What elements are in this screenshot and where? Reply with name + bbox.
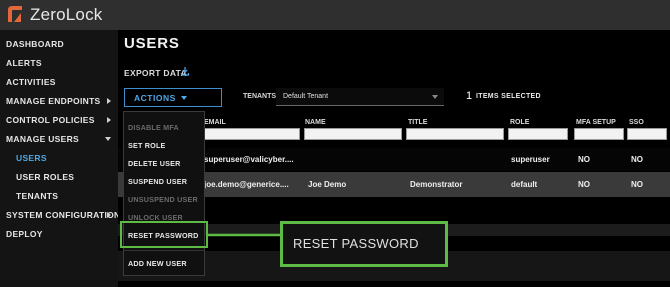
email-cell: joe.demo@genericе.... (204, 180, 289, 189)
reset-password-callout: RESET PASSWORD (280, 221, 448, 267)
column-header-email[interactable]: EMAIL (204, 119, 226, 126)
menu-divider (124, 250, 204, 251)
actions-menu: DISABLE MFA SET ROLE DELETE USER SUSPEND… (123, 111, 205, 276)
top-bar: ZeroLock (0, 0, 670, 30)
column-header-mfa-setup[interactable]: MFA SETUP (576, 119, 616, 126)
role-filter-input[interactable] (508, 128, 568, 140)
mfa-cell: NO (578, 180, 590, 189)
sidebar-item-activities[interactable]: ACTIVITIES (6, 77, 56, 87)
callout-label: RESET PASSWORD (293, 236, 419, 251)
sidebar-item-users[interactable]: USERS (16, 153, 47, 163)
chevron-right-icon[interactable] (107, 98, 111, 104)
selected-text: ITEMS SELECTED (476, 93, 541, 100)
actions-button[interactable]: ACTIONS (124, 88, 222, 107)
callout-connector (207, 233, 281, 237)
sidebar-item-tenants[interactable]: TENANTS (16, 191, 58, 201)
export-data-link[interactable]: EXPORT DATA (124, 68, 187, 78)
menu-item-set-role[interactable]: SET ROLE (128, 141, 166, 150)
email-filter-input[interactable] (202, 128, 300, 140)
role-cell: superuser (511, 155, 550, 164)
chevron-right-icon[interactable] (107, 117, 111, 123)
tenant-select[interactable]: Default Tenant (276, 88, 444, 106)
role-cell: default (511, 180, 538, 189)
sidebar-item-system-configuration[interactable]: SYSTEM CONFIGURATION (6, 210, 120, 220)
mfa-cell: NO (578, 155, 590, 164)
sidebar-item-alerts[interactable]: ALERTS (6, 58, 42, 68)
app-title: ZeroLock (30, 5, 103, 24)
column-header-sso[interactable]: SSO (629, 119, 644, 126)
sso-filter-input[interactable] (627, 128, 667, 140)
sidebar-item-user-roles[interactable]: USER ROLES (16, 172, 74, 182)
name-filter-input[interactable] (304, 128, 402, 140)
mfa-filter-input[interactable] (574, 128, 624, 140)
page-title: USERS (124, 35, 180, 52)
chevron-down-icon (181, 96, 187, 100)
menu-item-delete-user[interactable]: DELETE USER (128, 159, 181, 168)
tenants-label: TENANTS: (243, 93, 279, 100)
title-cell: Demonstrator (410, 180, 463, 189)
selected-count: 1 (466, 90, 473, 102)
sidebar-item-dashboard[interactable]: DASHBOARD (6, 39, 64, 49)
chevron-down-icon[interactable] (105, 137, 111, 141)
sidebar-item-control-policies[interactable]: CONTROL POLICIES (6, 115, 95, 125)
sidebar-item-deploy[interactable]: DEPLOY (6, 229, 43, 239)
sidebar-item-manage-endpoints[interactable]: MANAGE ENDPOINTS (6, 96, 101, 106)
tenant-select-value: Default Tenant (283, 93, 329, 100)
zerolock-logo-icon (8, 6, 22, 22)
name-cell: Joe Demo (308, 180, 347, 189)
sso-cell: NO (631, 180, 643, 189)
menu-item-suspend-user[interactable]: SUSPEND USER (128, 177, 187, 186)
sidebar-item-manage-users[interactable]: MANAGE USERS (6, 134, 79, 144)
column-header-name[interactable]: NAME (305, 119, 326, 126)
actions-label: ACTIONS (134, 93, 176, 103)
sso-cell: NO (631, 155, 643, 164)
column-header-title[interactable]: TITLE (408, 119, 427, 126)
menu-item-disable-mfa: DISABLE MFA (128, 123, 179, 132)
chevron-right-icon[interactable] (107, 212, 111, 218)
sidebar: DASHBOARD ALERTS ACTIVITIES MANAGE ENDPO… (0, 30, 120, 287)
email-cell: superuser@valicyber.... (204, 155, 294, 164)
chevron-down-icon (432, 95, 438, 99)
menu-item-add-new-user[interactable]: ADD NEW USER (128, 259, 187, 268)
title-filter-input[interactable] (406, 128, 504, 140)
reset-password-highlight (120, 221, 208, 248)
menu-item-unsuspend-user: UNSUSPEND USER (128, 195, 198, 204)
download-icon[interactable] (180, 66, 190, 76)
column-header-role[interactable]: ROLE (510, 119, 529, 126)
